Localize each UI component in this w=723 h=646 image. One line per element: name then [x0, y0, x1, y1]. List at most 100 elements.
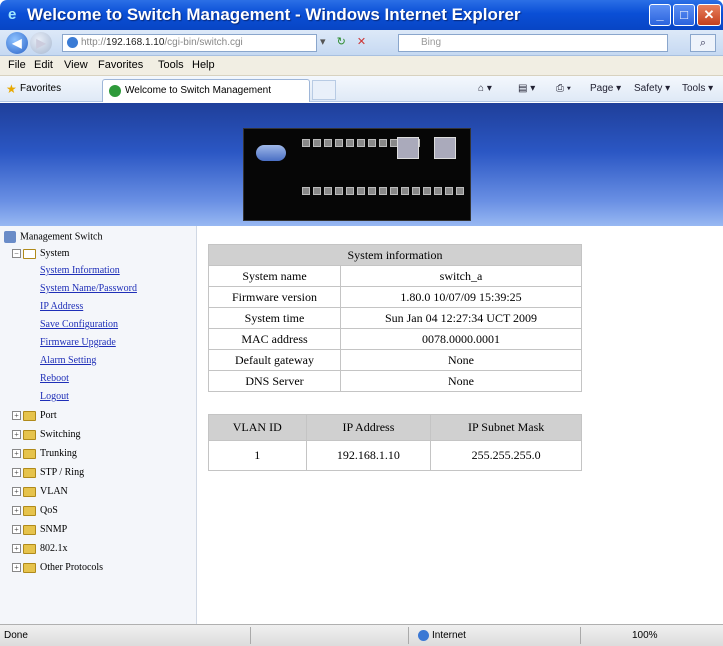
vlan-ip-table: VLAN ID IP Address IP Subnet Mask 1 192.… — [208, 414, 582, 471]
column-header-ip-address: IP Address — [305, 414, 432, 441]
tree-folder-snmp[interactable]: + SNMP — [12, 524, 67, 535]
ip-address-cell: 192.168.1.10 — [305, 440, 432, 471]
table-row: DNS Server None — [208, 370, 582, 392]
address-dropdown-icon[interactable]: ▾ — [320, 36, 326, 48]
expand-icon[interactable]: + — [12, 506, 21, 516]
table-row: System time Sun Jan 04 12:27:34 UCT 2009 — [208, 307, 582, 329]
maximize-button[interactable]: □ — [673, 4, 695, 26]
search-input[interactable]: Bing — [398, 34, 668, 52]
row-label: DNS Server — [208, 370, 341, 392]
close-button[interactable]: ✕ — [697, 4, 721, 26]
system-information-title: System information — [208, 244, 582, 266]
link-ip-address[interactable]: IP Address — [40, 301, 83, 312]
favorites-star-icon[interactable]: ★ — [6, 82, 17, 96]
url-prefix: http:// — [81, 37, 107, 48]
menu-view[interactable]: View — [64, 59, 88, 71]
address-toolbar: ◀ ▶ http://192.168.1.10/cgi-bin/switch.c… — [0, 30, 723, 56]
browser-tab[interactable]: Welcome to Switch Management — [102, 79, 310, 102]
page-menu[interactable]: Page ▾ — [590, 83, 621, 94]
home-icon[interactable]: ⌂ ▾ — [478, 83, 492, 94]
link-logout[interactable]: Logout — [40, 391, 69, 402]
status-divider — [250, 627, 251, 644]
row-label: MAC address — [208, 328, 341, 350]
port-row-bottom — [302, 187, 464, 195]
link-system-information[interactable]: System Information — [40, 265, 120, 276]
status-bar: Done Internet 100% — [0, 624, 723, 646]
navigation-tree: Management Switch − System System Informa… — [0, 226, 197, 624]
link-firmware-upgrade[interactable]: Firmware Upgrade — [40, 337, 116, 348]
uplink-port-2-icon — [434, 137, 456, 159]
tree-folder-qos[interactable]: + QoS — [12, 505, 58, 516]
refresh-icon[interactable]: ↻ — [337, 36, 346, 48]
folder-icon — [23, 486, 36, 497]
internet-explorer-icon: e — [8, 6, 17, 23]
feeds-icon[interactable]: ▤ ▾ — [518, 83, 535, 94]
folder-icon — [23, 505, 36, 516]
folder-icon — [23, 410, 36, 421]
tree-folder-vlan[interactable]: + VLAN — [12, 486, 68, 497]
tree-root[interactable]: Management Switch — [4, 231, 102, 243]
favorites-bar: ★ Favorites Welcome to Switch Management… — [0, 76, 723, 102]
uplink-port-1-icon — [397, 137, 419, 159]
column-header-subnet-mask: IP Subnet Mask — [430, 414, 582, 441]
row-label: System name — [208, 265, 341, 287]
menu-favorites[interactable]: Favorites — [98, 59, 143, 71]
table-row: Firmware version 1.80.0 10/07/09 15:39:25 — [208, 286, 582, 308]
minimize-button[interactable]: _ — [649, 4, 671, 26]
status-divider — [408, 627, 409, 644]
link-system-name-password[interactable]: System Name/Password — [40, 283, 137, 294]
tree-folder-port[interactable]: + Port — [12, 410, 57, 421]
column-header-vlan-id: VLAN ID — [208, 414, 307, 441]
tree-folder-system[interactable]: − System — [12, 248, 69, 259]
tree-folder-trunking[interactable]: + Trunking — [12, 448, 77, 459]
tree-folder-8021x[interactable]: +802.1x — [12, 543, 68, 554]
internet-zone-icon — [418, 630, 429, 641]
tree-folder-other-protocols[interactable]: + Other Protocols — [12, 562, 103, 573]
expand-icon[interactable]: + — [12, 487, 21, 497]
row-value: None — [340, 370, 582, 392]
expand-icon[interactable]: + — [12, 430, 21, 440]
row-value: 1.80.0 10/07/09 15:39:25 — [340, 286, 582, 308]
url-host: 192.168.1.10 — [106, 37, 165, 48]
favorites-button[interactable]: Favorites — [20, 83, 61, 94]
expand-icon[interactable]: + — [12, 411, 21, 421]
expand-icon[interactable]: + — [12, 468, 21, 478]
menu-edit[interactable]: Edit — [34, 59, 53, 71]
link-save-configuration[interactable]: Save Configuration — [40, 319, 118, 330]
header-banner — [0, 103, 723, 226]
safety-menu[interactable]: Safety ▾ — [634, 83, 670, 94]
back-button[interactable]: ◀ — [6, 32, 28, 54]
row-label: Default gateway — [208, 349, 341, 371]
zoom-level[interactable]: 100% — [632, 630, 658, 641]
folder-icon — [23, 543, 36, 554]
new-tab-button[interactable] — [312, 80, 336, 100]
link-reboot[interactable]: Reboot — [40, 373, 69, 384]
folder-icon — [23, 524, 36, 535]
tree-folder-switching[interactable]: + Switching — [12, 429, 81, 440]
expand-icon[interactable]: + — [12, 525, 21, 535]
expand-icon[interactable]: + — [12, 449, 21, 459]
link-alarm-setting[interactable]: Alarm Setting — [40, 355, 96, 366]
print-icon[interactable]: ⎙ ▾ — [556, 83, 571, 94]
address-input[interactable]: http://192.168.1.10/cgi-bin/switch.cgi — [62, 34, 317, 52]
menu-bar: File Edit View Favorites Tools Help — [0, 56, 723, 76]
stop-icon[interactable]: ✕ — [357, 36, 366, 48]
status-divider — [580, 627, 581, 644]
expand-icon[interactable]: + — [12, 563, 21, 573]
menu-help[interactable]: Help — [192, 59, 215, 71]
url-path: /cgi-bin/switch.cgi — [164, 37, 243, 48]
table-row: 1 192.168.1.10 255.255.255.0 — [208, 440, 582, 471]
tree-folder-stp-ring[interactable]: + STP / Ring — [12, 467, 84, 478]
row-value: Sun Jan 04 12:27:34 UCT 2009 — [340, 307, 582, 329]
forward-button[interactable]: ▶ — [30, 32, 52, 54]
address-tools: ▾ ↻ ✕ — [320, 35, 390, 51]
tab-page-icon — [109, 85, 121, 97]
subnet-mask-cell: 255.255.255.0 — [430, 440, 582, 471]
tools-menu[interactable]: Tools ▾ — [682, 83, 713, 94]
menu-file[interactable]: File — [8, 59, 26, 71]
menu-tools[interactable]: Tools — [158, 59, 184, 71]
collapse-icon[interactable]: − — [12, 249, 21, 259]
status-text: Done — [4, 630, 28, 641]
expand-icon[interactable]: + — [12, 544, 21, 554]
search-button[interactable]: ⌕ — [690, 34, 716, 52]
